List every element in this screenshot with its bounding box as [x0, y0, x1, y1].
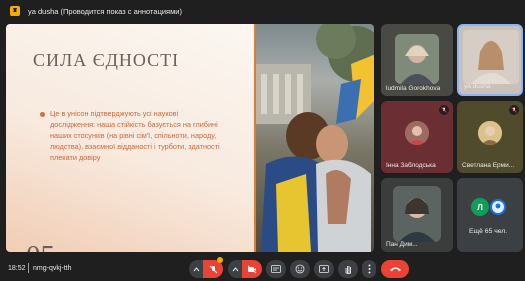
camera-off-icon	[247, 265, 257, 273]
mic-warning-icon	[217, 257, 223, 263]
participant-tile-svetlana[interactable]: Светлана Ерми...	[457, 101, 523, 173]
participant-avatar	[478, 121, 502, 145]
shared-screen[interactable]: СИЛА ЄДНОСТІ Це в унісон підтверджують у…	[6, 24, 374, 252]
slide-photo	[254, 24, 374, 252]
captions-icon	[271, 265, 281, 273]
participant-name: ya dusha	[464, 83, 491, 90]
presentation-slide: СИЛА ЄДНОСТІ Це в унісон підтверджують у…	[6, 24, 254, 252]
hang-up-icon	[389, 267, 401, 272]
participant-tile-ya-dusha[interactable]: ya dusha	[457, 24, 523, 96]
emoji-button[interactable]	[290, 260, 310, 278]
divider	[28, 263, 29, 273]
participant-initial: Л	[477, 202, 483, 212]
pin-icon[interactable]	[8, 4, 22, 18]
participant-name: Пан Дим...	[386, 241, 418, 248]
raise-hand-button[interactable]	[338, 260, 358, 278]
participant-name: Інна Заблодська	[386, 162, 436, 169]
mic-off-icon	[439, 105, 449, 115]
presenter-title: ya dusha (Проводится показ с аннотациями…	[28, 6, 182, 16]
slide-body-text: Це в унісон підтверджують усі наукові до…	[50, 109, 220, 162]
participant-tile-inna[interactable]: Інна Заблодська	[381, 101, 453, 173]
top-bar: ya dusha (Проводится показ с аннотациями…	[0, 0, 525, 22]
chevron-up-icon	[232, 266, 238, 271]
captions-button[interactable]	[266, 260, 286, 278]
more-vert-icon	[368, 264, 370, 274]
leave-call-button[interactable]	[381, 260, 409, 278]
emoji-icon	[295, 264, 305, 274]
bullet-icon	[40, 112, 45, 117]
mic-off-icon	[509, 105, 519, 115]
meeting-time: 18:52	[8, 265, 26, 272]
mic-options-button[interactable]	[189, 260, 203, 278]
participant-video	[463, 30, 519, 84]
meeting-code: nmg-qvkj-tth	[33, 265, 72, 272]
present-screen-button[interactable]	[314, 260, 334, 278]
participant-video	[395, 34, 439, 84]
slide-title: СИЛА ЄДНОСТІ	[33, 50, 180, 70]
participant-video	[393, 186, 441, 242]
present-icon	[319, 265, 329, 273]
camera-options-button[interactable]	[228, 260, 242, 278]
participant-initial-avatar: Л	[471, 198, 489, 216]
participant-name: Светлана Ерми...	[462, 162, 515, 169]
mic-off-icon	[209, 265, 217, 273]
more-options-button[interactable]	[362, 260, 376, 278]
participant-tile-pan-dym[interactable]: Пан Дим...	[381, 178, 453, 252]
hand-icon	[345, 266, 351, 274]
bottom-bar: 18:52 nmg-qvkj-tth	[0, 257, 525, 281]
participant-avatar	[489, 198, 507, 216]
participant-tile-ludmila[interactable]: ludmila Gorokhova	[381, 24, 453, 96]
more-participants-tile[interactable]: Л Ещё 65 чел.	[457, 178, 523, 252]
participant-avatar	[405, 121, 429, 145]
more-participants-label: Ещё 65 чел.	[469, 228, 508, 235]
chevron-up-icon	[193, 266, 199, 271]
participant-name: ludmila Gorokhova	[386, 85, 441, 92]
camera-toggle-button[interactable]	[242, 260, 262, 278]
slide-number: 05	[26, 240, 55, 252]
